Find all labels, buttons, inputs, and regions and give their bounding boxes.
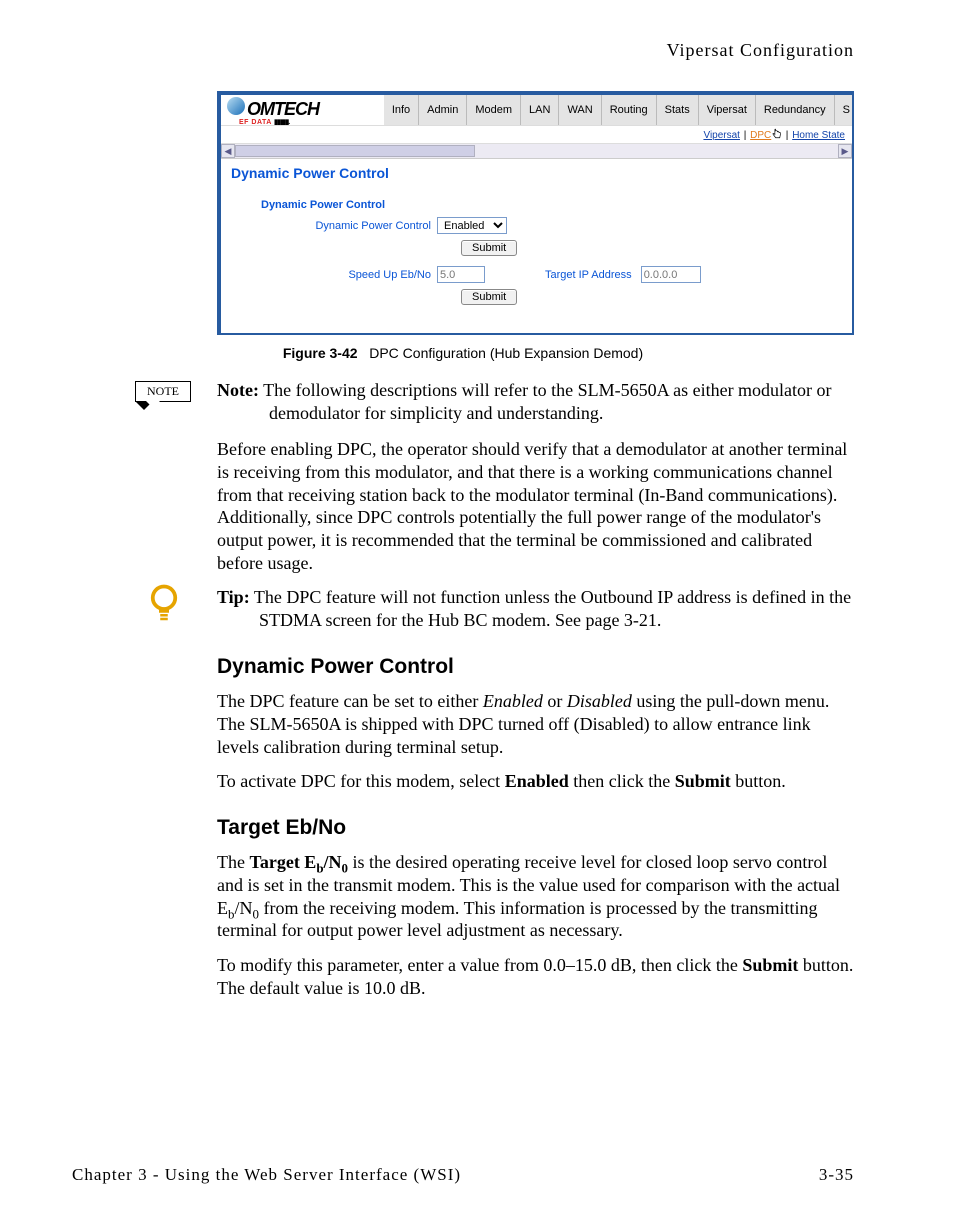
nav-routing[interactable]: Routing	[601, 95, 656, 125]
nav-stats[interactable]: Stats	[656, 95, 698, 125]
brand-name: OMTECH	[247, 99, 319, 120]
heading-dpc: Dynamic Power Control	[217, 654, 854, 680]
tip-text: The DPC feature will not function unless…	[250, 587, 851, 630]
nav-lan[interactable]: LAN	[520, 95, 558, 125]
dpc-paragraph-1: The DPC feature can be set to either Ena…	[217, 690, 854, 758]
dpc-submit-button[interactable]: Submit	[461, 240, 517, 256]
globe-icon	[227, 97, 245, 115]
target-ip-input[interactable]	[641, 266, 701, 283]
scroll-right-icon[interactable]: ▶	[838, 144, 852, 158]
app-navbar: OMTECH EF DATA ▮▮▮▮▮. Info Admin Modem L…	[221, 95, 852, 125]
target-paragraph-1: The Target Eb/N0 is the desired operatin…	[217, 851, 854, 942]
horizontal-scrollbar[interactable]: ◀ ▶	[221, 144, 852, 159]
speed-submit-button[interactable]: Submit	[461, 289, 517, 305]
lightbulb-icon	[149, 584, 179, 630]
screenshot-figure: OMTECH EF DATA ▮▮▮▮▮. Info Admin Modem L…	[217, 91, 854, 335]
brand-subtitle: EF DATA ▮▮▮▮▮.	[239, 118, 325, 126]
speed-up-label: Speed Up Eb/No	[261, 269, 437, 281]
note-text: The following descriptions will refer to…	[259, 380, 832, 423]
nav-wan[interactable]: WAN	[558, 95, 600, 125]
subnav-home-state[interactable]: Home State	[792, 130, 845, 141]
nav-modem[interactable]: Modem	[466, 95, 520, 125]
before-enable-paragraph: Before enabling DPC, the operator should…	[217, 438, 854, 574]
scroll-thumb[interactable]	[235, 145, 475, 157]
running-header: Vipersat Configuration	[72, 40, 854, 61]
target-paragraph-2: To modify this parameter, enter a value …	[217, 954, 854, 999]
note-lead: Note:	[217, 380, 259, 400]
panel-heading: Dynamic Power Control	[261, 199, 828, 211]
speed-up-input[interactable]	[437, 266, 485, 283]
tip-lead: Tip:	[217, 587, 250, 607]
nav-admin[interactable]: Admin	[418, 95, 466, 125]
subnav-vipersat[interactable]: Vipersat	[703, 130, 740, 141]
target-ip-label: Target IP Address	[545, 269, 638, 281]
scroll-left-icon[interactable]: ◀	[221, 144, 235, 158]
brand-logo: OMTECH EF DATA ▮▮▮▮▮.	[221, 95, 325, 126]
dpc-enable-label: Dynamic Power Control	[261, 220, 437, 232]
dpc-enable-select[interactable]: Enabled	[437, 217, 507, 234]
figure-caption: Figure 3-42 DPC Configuration (Hub Expan…	[72, 345, 854, 361]
subnav: Vipersat | DPC | Home State	[221, 125, 852, 144]
footer-right: 3-35	[819, 1165, 854, 1185]
note-block: NOTE Note: The following descriptions wi…	[217, 379, 854, 424]
nav-info[interactable]: Info	[384, 95, 418, 125]
page-title: Dynamic Power Control	[221, 159, 852, 191]
footer-left: Chapter 3 - Using the Web Server Interfa…	[72, 1165, 461, 1185]
heading-target-ebno: Target Eb/No	[217, 815, 854, 841]
dpc-paragraph-2: To activate DPC for this modem, select E…	[217, 770, 854, 793]
tip-block: Tip: The DPC feature will not function u…	[217, 586, 854, 631]
nav-vipersat[interactable]: Vipersat	[698, 95, 755, 125]
subnav-dpc[interactable]: DPC	[750, 130, 771, 141]
nav-truncated[interactable]: S	[834, 95, 852, 125]
page-footer: Chapter 3 - Using the Web Server Interfa…	[72, 1165, 854, 1185]
nav-redundancy[interactable]: Redundancy	[755, 95, 834, 125]
dpc-panel: Dynamic Power Control Dynamic Power Cont…	[253, 191, 836, 323]
hand-cursor-icon	[770, 128, 783, 141]
note-icon: NOTE	[135, 381, 191, 410]
